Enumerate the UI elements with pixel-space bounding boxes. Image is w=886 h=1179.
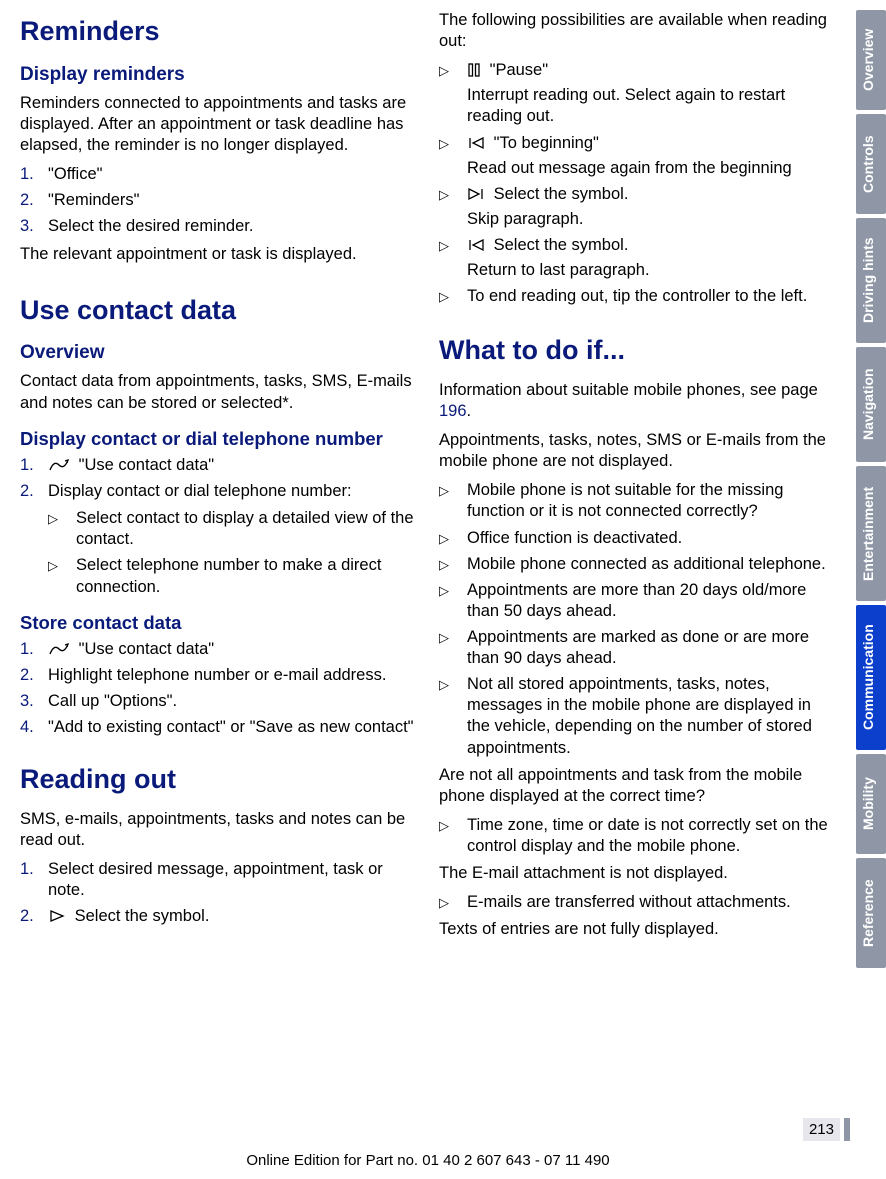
readout-options: ▷ "Pause" Interrupt reading out. Select … [439, 60, 834, 307]
step-text: Call up "Options". [48, 691, 415, 712]
step-text: "Use contact data" [48, 455, 415, 476]
bullet-text: Time zone, time or date is not correctly… [467, 815, 834, 857]
bullet-text: To end reading out, tip the controller t… [467, 286, 834, 307]
page-bar [844, 1118, 850, 1141]
step-text: Select desired message, appointment, tas… [48, 859, 415, 901]
heading-use-contact-data: Use contact data [20, 293, 415, 328]
bullet-text: Not all stored appointments, tasks, note… [467, 674, 834, 758]
bullet-text: "To beginning" Read out message again fr… [467, 133, 834, 179]
step-text: Select the symbol. [48, 906, 415, 927]
tab-driving-hints[interactable]: Driving hints [856, 218, 886, 343]
step-text: "Office" [48, 164, 415, 185]
play-icon [48, 909, 66, 923]
right-column: The following possibilities are availabl… [439, 10, 834, 1179]
pause-icon [467, 63, 481, 77]
bullet-text: Select the symbol. Return to last paragr… [467, 235, 834, 281]
heading-what-to-do: What to do if... [439, 333, 834, 368]
heading-overview: Overview [20, 341, 415, 365]
heading-display-contact: Display contact or dial telephone number [20, 428, 415, 449]
text-reading-intro: SMS, e-mails, appointments, tasks and no… [20, 809, 415, 851]
tab-overview[interactable]: Overview [856, 10, 886, 110]
side-tabs: Overview Controls Driving hints Navigati… [856, 10, 886, 1179]
bullet-text: Select the symbol. Skip paragraph. [467, 184, 834, 230]
bullet-text: Office function is deactivated. [467, 528, 834, 549]
store-contact-steps: 1. "Use contact data" 2.Highlight teleph… [20, 639, 415, 738]
radio-signal-icon [48, 642, 70, 656]
text-reminders-output: The relevant appointment or task is disp… [20, 244, 415, 265]
radio-signal-icon [48, 458, 70, 472]
step-text: "Reminders" [48, 190, 415, 211]
tab-communication[interactable]: Communication [856, 605, 886, 750]
attach-cause-list: ▷E-mails are transferred without attachm… [439, 892, 834, 913]
bullet-text: Appointments are more than 20 days old/m… [467, 580, 834, 622]
heading-reading-out: Reading out [20, 762, 415, 797]
causes-list: ▷Mobile phone is not suitable for the mi… [439, 480, 834, 758]
step-text: Select the desired reminder. [48, 216, 415, 237]
display-contact-steps: 1. "Use contact data" 2.Display contact … [20, 455, 415, 502]
left-column: Reminders Display reminders Reminders co… [20, 10, 415, 1179]
text-overview: Contact data from appointments, tasks, S… [20, 371, 415, 413]
bullet-text: E-mails are transferred without attachme… [467, 892, 834, 913]
display-contact-substeps: ▷Select contact to display a detailed vi… [48, 508, 415, 597]
bullet-text: Mobile phone is not suitable for the mis… [467, 480, 834, 522]
text-time-question: Are not all appointments and task from t… [439, 765, 834, 807]
reminders-steps: 1."Office" 2."Reminders" 3.Select the de… [20, 164, 415, 237]
text-following: The following possibilities are availabl… [439, 10, 834, 52]
text-reminders-intro: Reminders connected to appointments and … [20, 93, 415, 156]
heading-reminders: Reminders [20, 14, 415, 49]
skip-forward-icon [467, 187, 485, 201]
content-area: Reminders Display reminders Reminders co… [20, 10, 852, 1179]
tab-controls[interactable]: Controls [856, 114, 886, 214]
footer-text: Online Edition for Part no. 01 40 2 607 … [0, 1152, 856, 1169]
bullet-text: Mobile phone connected as additional tel… [467, 554, 834, 575]
page-number: 213 [803, 1118, 840, 1141]
skip-back-icon [467, 238, 485, 252]
skip-begin-icon [467, 136, 485, 150]
bullet-text: Select telephone number to make a direct… [76, 555, 415, 597]
step-text: Display contact or dial telephone number… [48, 481, 415, 502]
reading-steps: 1.Select desired message, appointment, t… [20, 859, 415, 927]
text-not-fully-displayed: Texts of entries are not fully displayed… [439, 919, 834, 940]
heading-display-reminders: Display reminders [20, 63, 415, 87]
step-text: Highlight telephone number or e-mail add… [48, 665, 415, 686]
step-text: "Add to existing contact" or "Save as ne… [48, 717, 415, 738]
heading-store-contact: Store contact data [20, 612, 415, 633]
time-cause-list: ▷Time zone, time or date is not correctl… [439, 815, 834, 857]
step-text: "Use contact data" [48, 639, 415, 660]
bullet-text: Select contact to display a detailed vie… [76, 508, 415, 550]
tab-entertainment[interactable]: Entertainment [856, 466, 886, 601]
page-link-196[interactable]: 196 [439, 402, 467, 420]
bullet-text: "Pause" Interrupt reading out. Select ag… [467, 60, 834, 127]
tab-navigation[interactable]: Navigation [856, 347, 886, 462]
text-attachment: The E-mail attachment is not displayed. [439, 863, 834, 884]
tab-reference[interactable]: Reference [856, 858, 886, 968]
tab-mobility[interactable]: Mobility [856, 754, 886, 854]
text-info-phones: Information about suitable mobile phones… [439, 380, 834, 422]
text-not-displayed: Appointments, tasks, notes, SMS or E-mai… [439, 430, 834, 472]
bullet-text: Appointments are marked as done or are m… [467, 627, 834, 669]
